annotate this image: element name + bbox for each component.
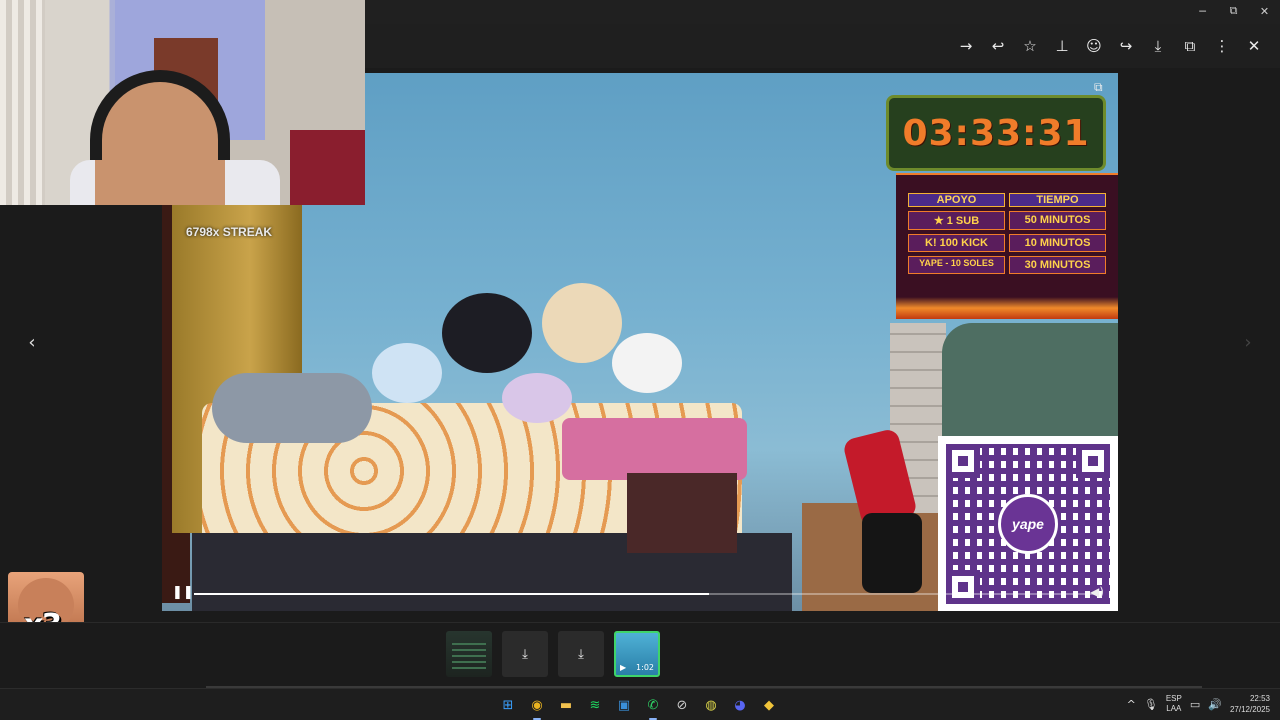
support-header: APOYO TIEMPO bbox=[906, 193, 1108, 207]
clock-time: 22:53 bbox=[1249, 694, 1270, 703]
download-icon: ⤓ bbox=[522, 646, 528, 662]
video-frame-plush bbox=[442, 293, 532, 373]
progress-fill bbox=[194, 593, 710, 595]
support-panel: APOYO TIEMPO ★ 1 SUB 50 MINUTOS K! 100 K… bbox=[896, 173, 1118, 319]
qr-finder bbox=[946, 570, 980, 604]
minimize-button[interactable]: ─ bbox=[1187, 0, 1218, 22]
next-button[interactable]: › bbox=[1233, 327, 1263, 357]
support-header-cell: TIEMPO bbox=[1009, 193, 1106, 207]
pause-button[interactable]: ❚❚ bbox=[172, 585, 194, 603]
video-frame-blanket bbox=[562, 418, 747, 480]
windows-start-icon[interactable]: ⊞ bbox=[496, 693, 520, 717]
video-frame-plush bbox=[372, 343, 442, 403]
open-external-icon[interactable]: ⧉ bbox=[1174, 30, 1206, 62]
fire-decoration bbox=[896, 297, 1118, 319]
video-frame-mic-stand bbox=[862, 513, 922, 593]
photos-icon[interactable]: ▣ bbox=[612, 693, 636, 717]
thumbnail-document[interactable] bbox=[446, 631, 492, 677]
thumbnail-download[interactable]: ⤓ bbox=[558, 631, 604, 677]
clock[interactable]: 22:53 27/12/2025 bbox=[1230, 693, 1270, 715]
reply-icon[interactable]: ↩ bbox=[982, 30, 1014, 62]
photo-viewer-window: ─ ⧉ ✕ → ↩ ☆ ⊥ ☺ ↪ ⤓ ⧉ ⋮ ✕ ‹ › 6798x STREAK ⧉ bbox=[0, 0, 1280, 720]
toolbar-actions: → ↩ ☆ ⊥ ☺ ↪ ⤓ ⧉ ⋮ ✕ bbox=[950, 30, 1270, 62]
streak-overlay: 6798x STREAK bbox=[186, 225, 273, 239]
qr-finder bbox=[946, 444, 980, 478]
window-close-button[interactable]: ✕ bbox=[1249, 0, 1280, 22]
video-frame-cover bbox=[627, 473, 737, 553]
pin-icon[interactable]: ⊥ bbox=[1046, 30, 1078, 62]
download-icon[interactable]: ⤓ bbox=[1142, 30, 1174, 62]
window-controls: ─ ⧉ ✕ bbox=[1187, 0, 1280, 22]
support-cell: 30 MINUTOS bbox=[1009, 256, 1106, 274]
progress-bar[interactable] bbox=[194, 593, 1098, 595]
qr-finder bbox=[1076, 444, 1110, 478]
discord-icon[interactable]: ◕ bbox=[728, 693, 752, 717]
video-frame-plush bbox=[612, 333, 682, 393]
whatsapp-icon[interactable]: ✆ bbox=[641, 693, 665, 720]
clock-date: 27/12/2025 bbox=[1229, 705, 1270, 714]
thumbnail-list: ⤓ ⤓ ▶ 1:02 bbox=[446, 631, 660, 677]
network-icon[interactable]: ▭ bbox=[1190, 698, 1200, 711]
qr-pattern: yape bbox=[946, 444, 1110, 604]
volume-icon[interactable]: 🔊 bbox=[1208, 698, 1222, 711]
app3-icon[interactable]: ◆ bbox=[757, 693, 781, 717]
language-indicator[interactable]: ESP LAA bbox=[1166, 694, 1182, 714]
star-icon[interactable]: ☆ bbox=[1014, 30, 1046, 62]
app-icon[interactable]: ⊘ bbox=[670, 693, 694, 717]
support-row: K! 100 KICK 10 MINUTOS bbox=[906, 234, 1108, 252]
webcam-overlay bbox=[0, 0, 365, 205]
thumbnail-video-selected[interactable]: ▶ 1:02 bbox=[614, 631, 660, 677]
video-duration: 1:02 bbox=[636, 663, 654, 672]
previous-button[interactable]: ‹ bbox=[17, 327, 47, 357]
language-code: ESP bbox=[1165, 694, 1182, 703]
chrome-icon[interactable]: ◉ bbox=[525, 693, 549, 720]
subathon-timer: 03:33:31 bbox=[886, 95, 1106, 171]
support-row: ★ 1 SUB 50 MINUTOS bbox=[906, 211, 1108, 230]
tray-overflow-icon[interactable]: ^ bbox=[1127, 698, 1136, 711]
video-frame-plush bbox=[542, 283, 622, 363]
forward-icon[interactable]: → bbox=[950, 30, 982, 62]
taskbar-apps: ⊞ ◉ ▬ ≋ ▣ ✆ ⊘ ◍ ◕ ◆ bbox=[496, 693, 781, 720]
support-cell: 50 MINUTOS bbox=[1009, 211, 1106, 230]
thumbnail-strip: ⤓ ⤓ ▶ 1:02 bbox=[0, 622, 1280, 686]
webcam-clothes bbox=[290, 130, 365, 205]
thumbnail-download[interactable]: ⤓ bbox=[502, 631, 548, 677]
volume-button[interactable]: ◀) bbox=[1090, 585, 1104, 599]
app2-icon[interactable]: ◍ bbox=[699, 693, 723, 717]
microphone-icon[interactable]: 🎙 bbox=[1144, 698, 1158, 711]
download-icon: ⤓ bbox=[578, 646, 584, 662]
support-cell: YAPE - 10 SOLES bbox=[908, 256, 1005, 274]
more-icon[interactable]: ⋮ bbox=[1206, 30, 1238, 62]
spotify-icon[interactable]: ≋ bbox=[583, 693, 607, 717]
support-cell: ★ 1 SUB bbox=[908, 211, 1005, 230]
video-frame-plush bbox=[502, 373, 572, 423]
video-frame-pillow bbox=[212, 373, 372, 443]
support-row: YAPE - 10 SOLES 30 MINUTOS bbox=[906, 256, 1108, 274]
webcam-curtain bbox=[0, 0, 45, 205]
video-camera-icon: ▶ bbox=[620, 663, 627, 672]
restore-button[interactable]: ⧉ bbox=[1218, 0, 1249, 22]
file-explorer-icon[interactable]: ▬ bbox=[554, 693, 578, 717]
emoji-icon[interactable]: ☺ bbox=[1078, 30, 1110, 62]
system-tray: ^ 🎙 ESP LAA ▭ 🔊 22:53 27/12/2025 bbox=[1127, 693, 1270, 715]
yape-logo: yape bbox=[998, 494, 1058, 554]
share-icon[interactable]: ↪ bbox=[1110, 30, 1142, 62]
close-icon[interactable]: ✕ bbox=[1238, 30, 1270, 62]
support-cell: K! 100 KICK bbox=[908, 234, 1005, 252]
popout-icon[interactable]: ⧉ bbox=[1094, 80, 1103, 95]
timer-text: 03:33:31 bbox=[902, 112, 1090, 154]
support-cell: 10 MINUTOS bbox=[1009, 234, 1106, 252]
language-region: LAA bbox=[1166, 704, 1182, 713]
support-header-cell: APOYO bbox=[908, 193, 1005, 207]
windows-taskbar: ⊞ ◉ ▬ ≋ ▣ ✆ ⊘ ◍ ◕ ◆ ^ 🎙 ESP LAA ▭ 🔊 22:53 27/12/2… bbox=[0, 688, 1280, 720]
